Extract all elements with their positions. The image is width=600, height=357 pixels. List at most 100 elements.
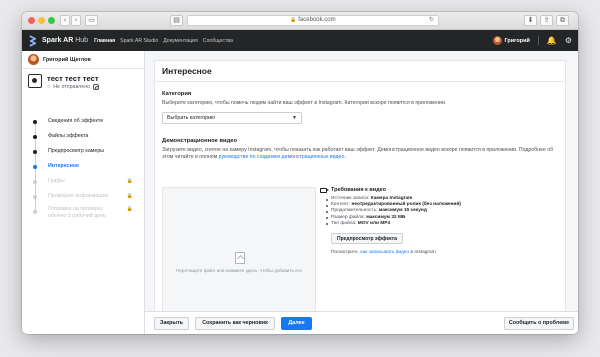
req-value: максимум 32 МБ bbox=[366, 214, 406, 220]
browser-toolbar: ‹ › ▭ ▤ 🔒 facebook.com ↻ ⬇ ⇪ ⧉ bbox=[22, 12, 578, 30]
bell-icon[interactable]: 🔔 bbox=[547, 36, 557, 45]
reload-icon[interactable]: ↻ bbox=[429, 16, 434, 25]
req-label: Контент: bbox=[331, 202, 352, 208]
browser-window: ‹ › ▭ ▤ 🔒 facebook.com ↻ ⬇ ⇪ ⧉ Spark AR … bbox=[22, 12, 578, 334]
sidebar-user-name: Григорий Щеглов bbox=[43, 56, 91, 63]
spark-ar-logo-icon[interactable] bbox=[28, 34, 37, 47]
avatar bbox=[28, 54, 39, 65]
tabs-icon[interactable]: ⧉ bbox=[556, 15, 569, 26]
sidebar: Григорий Щеглов тест тест тест ○ Не отпр… bbox=[22, 51, 145, 334]
instagram-icon bbox=[93, 84, 100, 90]
effect-summary: тест тест тест ○ Не отправлено bbox=[22, 69, 144, 90]
req-value: максимум 15 секунд bbox=[378, 208, 427, 214]
gear-icon[interactable]: ⚙ bbox=[565, 36, 572, 45]
address-url: facebook.com bbox=[298, 17, 336, 23]
sidebar-item-camera-preview[interactable]: Предпросмотр камеры bbox=[22, 144, 145, 159]
tab-overview-icon[interactable]: ▤ bbox=[170, 15, 183, 26]
page-title: Интересное bbox=[155, 61, 565, 82]
app-header: Spark AR Hub Главная Spark AR Studio Док… bbox=[22, 30, 578, 51]
brand-bold: Spark AR bbox=[42, 37, 74, 44]
lock-icon: 🔒 bbox=[126, 206, 133, 212]
step-label: Интересное bbox=[48, 163, 79, 169]
category-description: Выберите категорию, чтобы помочь людям н… bbox=[162, 100, 447, 106]
sidebar-item-submit: Отправка на проверку обычно 1 рабочий де… bbox=[22, 204, 145, 223]
lock-icon: 🔒 bbox=[126, 178, 133, 184]
dropzone-text: Перетащите файл или нажмите здесь, чтобы… bbox=[176, 268, 302, 273]
minimize-window-button[interactable] bbox=[38, 17, 45, 24]
nav-spark-ar-studio[interactable]: Spark AR Studio bbox=[120, 38, 158, 44]
nav-home[interactable]: Главная bbox=[94, 38, 115, 44]
effect-thumbnail-icon bbox=[28, 74, 42, 88]
avatar bbox=[492, 36, 502, 45]
category-heading: Категория bbox=[162, 91, 192, 97]
category-select[interactable]: Выбрать категорию ▼ bbox=[162, 112, 302, 124]
download-icon[interactable]: ⬇ bbox=[524, 15, 537, 26]
category-select-value: Выбрать категорию bbox=[167, 115, 216, 121]
sidebar-item-effect-info[interactable]: Сведения об эффекте bbox=[22, 114, 145, 129]
demo-video-section: Демонстрационное видео Загрузите видео, … bbox=[155, 138, 565, 161]
report-problem-button[interactable]: Сообщить о проблеме bbox=[504, 317, 574, 330]
requirements-list: Источник записи: Камера Instagram Контен… bbox=[320, 196, 560, 227]
demo-desc-end: . bbox=[344, 154, 346, 160]
req-label: Тип файла: bbox=[331, 220, 358, 226]
requirements-heading: Требования к видео bbox=[320, 187, 560, 193]
brand-light: Hub bbox=[73, 37, 89, 44]
header-actions: Григорий 🔔 ⚙ bbox=[492, 36, 572, 45]
action-footer: Закрыть Сохранить как черновик Далее Соо… bbox=[145, 311, 578, 334]
video-requirements: Требования к видео Источник записи: Каме… bbox=[320, 187, 560, 255]
share-icon[interactable]: ⇪ bbox=[540, 15, 553, 26]
sidebar-item-review-info: Проверьте информацию 🔒 bbox=[22, 189, 145, 204]
preview-effect-button[interactable]: Предпросмотр эффекта bbox=[331, 233, 403, 245]
requirements-title: Требования к видео bbox=[331, 187, 387, 193]
lock-icon: 🔒 bbox=[126, 193, 133, 199]
address-bar[interactable]: 🔒 facebook.com ↻ bbox=[187, 15, 439, 26]
video-camera-icon bbox=[320, 187, 329, 193]
back-icon[interactable]: ‹ bbox=[60, 15, 70, 26]
top-nav: Главная Spark AR Studio Документация Соо… bbox=[94, 38, 233, 44]
sidebar-item-discovery[interactable]: Интересное bbox=[22, 159, 145, 174]
forward-icon[interactable]: › bbox=[71, 15, 81, 26]
main-area: Григорий Щеглов тест тест тест ○ Не отпр… bbox=[22, 51, 578, 334]
sidebar-user[interactable]: Григорий Щеглов bbox=[22, 51, 144, 69]
next-button[interactable]: Далее bbox=[281, 317, 312, 330]
sidebar-item-effect-files[interactable]: Файлы эффекта bbox=[22, 129, 145, 144]
upload-file-icon bbox=[235, 252, 245, 264]
demo-guide-link[interactable]: руководстве по созданию демонстрационных… bbox=[219, 154, 345, 160]
req-label: Размер файла: bbox=[331, 214, 367, 220]
sidebar-toggle-icon[interactable]: ▭ bbox=[85, 15, 98, 26]
brand-name[interactable]: Spark AR Hub bbox=[42, 37, 88, 44]
nav-community[interactable]: Сообщества bbox=[203, 38, 233, 44]
user-menu[interactable]: Григорий bbox=[492, 36, 539, 45]
req-value: Камера Instagram bbox=[370, 196, 413, 201]
demo-video-heading: Демонстрационное видео bbox=[162, 138, 238, 144]
lock-icon: 🔒 bbox=[290, 17, 297, 23]
effect-status: ○ Не отправлено bbox=[47, 84, 100, 90]
demo-video-description: Загрузите видео, снятое на камеру Instag… bbox=[162, 147, 558, 161]
step-label: Файлы эффекта bbox=[48, 133, 89, 139]
steps-nav: Сведения об эффекте Файлы эффекта Предпр… bbox=[22, 114, 145, 223]
close-window-button[interactable] bbox=[28, 17, 35, 24]
save-draft-button[interactable]: Сохранить как черновик bbox=[195, 317, 275, 330]
note-prefix: Посмотрите, bbox=[331, 250, 361, 256]
effect-name: тест тест тест bbox=[47, 74, 99, 83]
step-label: Отправка на проверку обычно 1 рабочий де… bbox=[48, 206, 106, 219]
record-video-link[interactable]: как записывать видео bbox=[360, 250, 409, 255]
close-button[interactable]: Закрыть bbox=[154, 317, 189, 330]
note-suffix: в Instagram bbox=[409, 250, 436, 256]
zoom-window-button[interactable] bbox=[48, 17, 55, 24]
step-label: Графы bbox=[48, 178, 65, 184]
step-label: Проверьте информацию bbox=[48, 193, 109, 199]
chevron-down-icon: ▼ bbox=[292, 115, 297, 121]
list-item: Тип файла: MOV или MP4 bbox=[326, 220, 560, 227]
step-label: Предпросмотр камеры bbox=[48, 148, 105, 154]
effect-status-text: Не отправлено bbox=[53, 84, 91, 90]
content-area: Интересное Категория Выберите категорию,… bbox=[145, 51, 578, 334]
req-value: MOV или MP4 bbox=[357, 220, 391, 226]
req-label: Источник записи: bbox=[331, 196, 371, 201]
step-label: Сведения об эффекте bbox=[48, 118, 104, 124]
sidebar-item-graphs: Графы 🔒 bbox=[22, 174, 145, 189]
category-section: Категория Выберите категорию, чтобы помо… bbox=[155, 91, 565, 124]
discovery-panel: Интересное Категория Выберите категорию,… bbox=[154, 60, 566, 334]
record-video-note: Посмотрите, как записывать видео в Insta… bbox=[331, 250, 560, 255]
nav-docs[interactable]: Документация bbox=[163, 38, 198, 44]
